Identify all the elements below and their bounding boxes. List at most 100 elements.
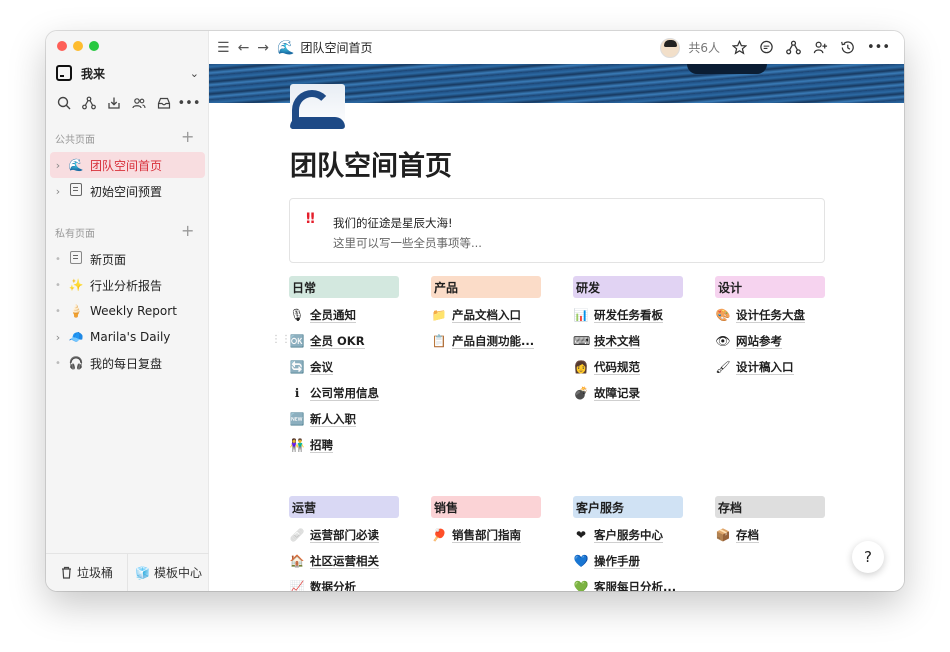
chevron-right-icon[interactable]: › <box>52 159 64 172</box>
page-emoji-icon: 💙 <box>573 554 589 568</box>
page-link-label: 设计稿入口 <box>736 359 794 375</box>
page-link[interactable]: 🎨 设计任务大盘 <box>715 302 825 328</box>
page-link[interactable]: ℹ 公司常用信息 <box>289 380 399 406</box>
topbar-actions: 共6人 ••• <box>660 37 890 58</box>
page-link[interactable]: 👫 招聘 <box>289 432 399 458</box>
sidebar-item-initial-preset[interactable]: › 初始空间预置 <box>50 178 205 204</box>
category-heading[interactable]: 运营 <box>289 496 399 518</box>
search-icon[interactable] <box>56 95 72 111</box>
avatar[interactable] <box>660 37 681 58</box>
page-link[interactable]: 🔄 会议 <box>289 354 399 380</box>
page-icon-wave[interactable] <box>290 84 345 129</box>
sidebar-item-team-home[interactable]: › 🌊 团队空间首页 <box>50 152 205 178</box>
chevron-right-icon[interactable]: › <box>52 331 64 344</box>
category-heading[interactable]: 日常 <box>289 276 399 298</box>
page-emoji-icon: ℹ <box>294 386 300 400</box>
wave-icon: 🌊 <box>277 39 295 56</box>
members-icon[interactable] <box>131 95 147 111</box>
category-column: 销售 🏓 销售部门指南 <box>431 496 541 548</box>
more-icon[interactable]: ••• <box>178 95 201 111</box>
page-emoji-icon: 📁 <box>431 308 447 322</box>
page-link[interactable]: 💚 客服每日分析... <box>573 574 683 592</box>
sidebar-item-weekly-report[interactable]: • 🍦 Weekly Report <box>50 298 205 324</box>
sidebar-item-label: 初始空间预置 <box>90 184 163 199</box>
page-link[interactable]: 🩹 运营部门必读 <box>289 522 399 548</box>
page-link[interactable]: 📦 存档 <box>715 522 825 548</box>
comment-icon[interactable] <box>759 40 774 55</box>
headphones-icon: 🎧 <box>68 356 84 370</box>
page-link-label: 全员 OKR <box>310 333 365 349</box>
trash-button[interactable]: 垃圾桶 <box>46 554 127 591</box>
page-link-label: 客服每日分析... <box>594 580 676 592</box>
page-link[interactable]: 💣 故障记录 <box>573 380 683 406</box>
doc-icon <box>68 183 84 199</box>
members-count[interactable]: 共6人 <box>688 39 720 56</box>
template-center-button[interactable]: 🧊 模板中心 <box>127 554 209 591</box>
help-button[interactable]: ? <box>852 541 884 573</box>
category-heading[interactable]: 存档 <box>715 496 825 518</box>
page-title[interactable]: 团队空间首页 <box>290 144 452 183</box>
page-link[interactable]: 🏓 销售部门指南 <box>431 522 541 548</box>
category-heading[interactable]: 产品 <box>431 276 541 298</box>
sidebar-item-new-page[interactable]: • 新页面 <box>50 246 205 272</box>
star-icon[interactable] <box>731 40 747 55</box>
workspace-switcher[interactable]: 我来 ⌄ <box>56 63 199 83</box>
page-emoji-icon: 📦 <box>715 528 731 542</box>
chevron-down-icon: ⌄ <box>189 66 199 80</box>
page-link[interactable]: 📋 产品自测功能... <box>431 328 541 354</box>
callout-text-line-2: 这里可以写一些全员事项等... <box>333 236 482 250</box>
page-emoji-icon: 🩹 <box>289 528 305 542</box>
import-icon[interactable] <box>106 95 122 111</box>
page-link[interactable]: ⌨ 技术文档 <box>573 328 683 354</box>
page-link[interactable]: 📈 数据分析 <box>289 574 399 592</box>
sidebar-item-daily-review[interactable]: • 🎧 我的每日复盘 <box>50 350 205 376</box>
sidebar-item-label: Marila's Daily <box>90 330 171 344</box>
back-arrow-icon[interactable]: ← <box>238 40 250 56</box>
page-link[interactable]: 🆕 新人入职 <box>289 406 399 432</box>
forward-arrow-icon[interactable]: → <box>257 40 269 56</box>
wave-icon: 🌊 <box>68 158 84 172</box>
sidebar-item-industry-report[interactable]: • ✨ 行业分析报告 <box>50 272 205 298</box>
callout-block[interactable]: !! 我们的征途是星辰大海! 这里可以写一些全员事项等... <box>289 198 825 263</box>
page-link[interactable]: 👩 代码规范 <box>573 354 683 380</box>
category-heading[interactable]: 客户服务 <box>573 496 683 518</box>
window-controls <box>57 41 99 51</box>
category-heading[interactable]: 研发 <box>573 276 683 298</box>
page-link-label: 全员通知 <box>310 307 356 323</box>
category-heading[interactable]: 销售 <box>431 496 541 518</box>
graph-icon[interactable] <box>786 40 801 55</box>
page-link-label: 销售部门指南 <box>452 527 521 543</box>
sidebar-toolbar: ••• <box>56 95 201 111</box>
menu-icon[interactable]: ☰ <box>217 40 230 56</box>
trash-icon <box>60 566 73 579</box>
chevron-right-icon[interactable]: › <box>52 185 64 198</box>
page-link-label: 公司常用信息 <box>310 385 379 401</box>
close-window-button[interactable] <box>57 41 67 51</box>
page-link[interactable]: 📁 产品文档入口 <box>431 302 541 328</box>
history-icon[interactable] <box>840 40 855 55</box>
sidebar-item-marilas-daily[interactable]: › 🧢 Marila's Daily <box>50 324 205 350</box>
add-public-page-button[interactable]: + <box>181 129 194 145</box>
page-link[interactable]: 📊 研发任务看板 <box>573 302 683 328</box>
page-link[interactable]: 🆗 全员 OKR <box>289 328 399 354</box>
page-link[interactable]: 💙 操作手册 <box>573 548 683 574</box>
page-link[interactable]: ❤ 客户服务中心 <box>573 522 683 548</box>
add-private-page-button[interactable]: + <box>181 223 194 239</box>
drag-handle-icon[interactable]: ⋮⋮ <box>271 334 291 345</box>
graph-icon[interactable] <box>81 95 97 111</box>
page-link[interactable]: 👁 网站参考 <box>715 328 825 354</box>
add-member-icon[interactable] <box>813 40 828 55</box>
main-content: ☰ ← → 🌊 团队空间首页 共6人 ••• 团队空间首页 !! 我们的征途是星… <box>209 31 904 591</box>
maximize-window-button[interactable] <box>89 41 99 51</box>
page-emoji-icon: ❤ <box>575 528 587 542</box>
page-link[interactable]: 🖌 设计稿入口 <box>715 354 825 380</box>
page-link-label: 存档 <box>736 527 759 543</box>
category-heading[interactable]: 设计 <box>715 276 825 298</box>
minimize-window-button[interactable] <box>73 41 83 51</box>
page-link[interactable]: 🎙 全员通知 <box>289 302 399 328</box>
inbox-icon[interactable] <box>156 95 172 111</box>
section-private-title: 私有页面 <box>55 229 95 240</box>
breadcrumb[interactable]: 团队空间首页 <box>300 39 372 56</box>
more-icon[interactable]: ••• <box>867 40 890 55</box>
page-link[interactable]: 🏠 社区运营相关 <box>289 548 399 574</box>
